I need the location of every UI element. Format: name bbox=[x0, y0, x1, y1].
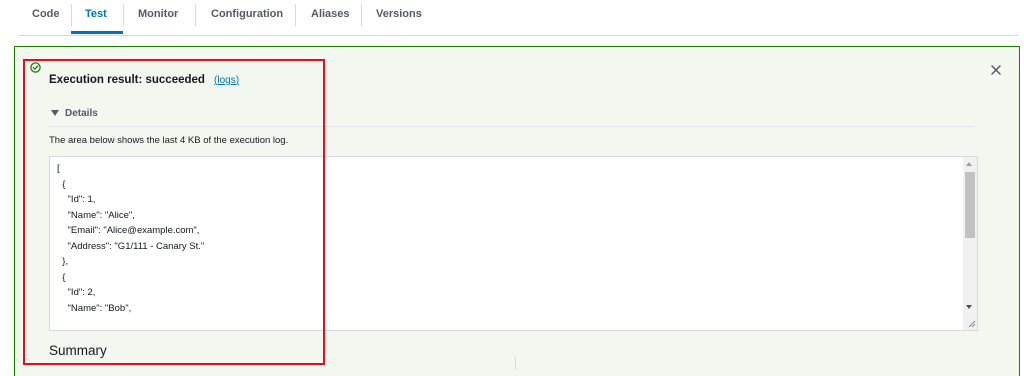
summary-column-divider bbox=[515, 357, 516, 370]
resize-grip-icon[interactable] bbox=[966, 318, 976, 328]
tab-separator bbox=[195, 4, 196, 26]
tab-configuration[interactable]: Configuration bbox=[211, 6, 283, 34]
tab-aliases[interactable]: Aliases bbox=[311, 6, 350, 34]
scroll-up-arrow-icon[interactable] bbox=[966, 162, 972, 166]
tab-separator bbox=[295, 4, 296, 26]
tab-versions[interactable]: Versions bbox=[376, 6, 422, 34]
close-icon[interactable] bbox=[990, 64, 1002, 76]
highlight-annotation-box bbox=[23, 59, 325, 365]
tab-bar-divider bbox=[18, 35, 1018, 36]
scrollbar-thumb[interactable] bbox=[965, 172, 975, 238]
tab-separator bbox=[361, 4, 362, 26]
tab-separator bbox=[71, 4, 72, 26]
tab-code[interactable]: Code bbox=[32, 6, 60, 34]
tab-monitor[interactable]: Monitor bbox=[138, 6, 178, 34]
tab-separator bbox=[123, 4, 124, 26]
active-tab-indicator bbox=[71, 31, 123, 34]
tab-test[interactable]: Test bbox=[85, 6, 107, 34]
tab-bar: Code Test Monitor Configuration Aliases … bbox=[0, 0, 1024, 36]
scroll-down-arrow-icon[interactable] bbox=[966, 305, 972, 309]
